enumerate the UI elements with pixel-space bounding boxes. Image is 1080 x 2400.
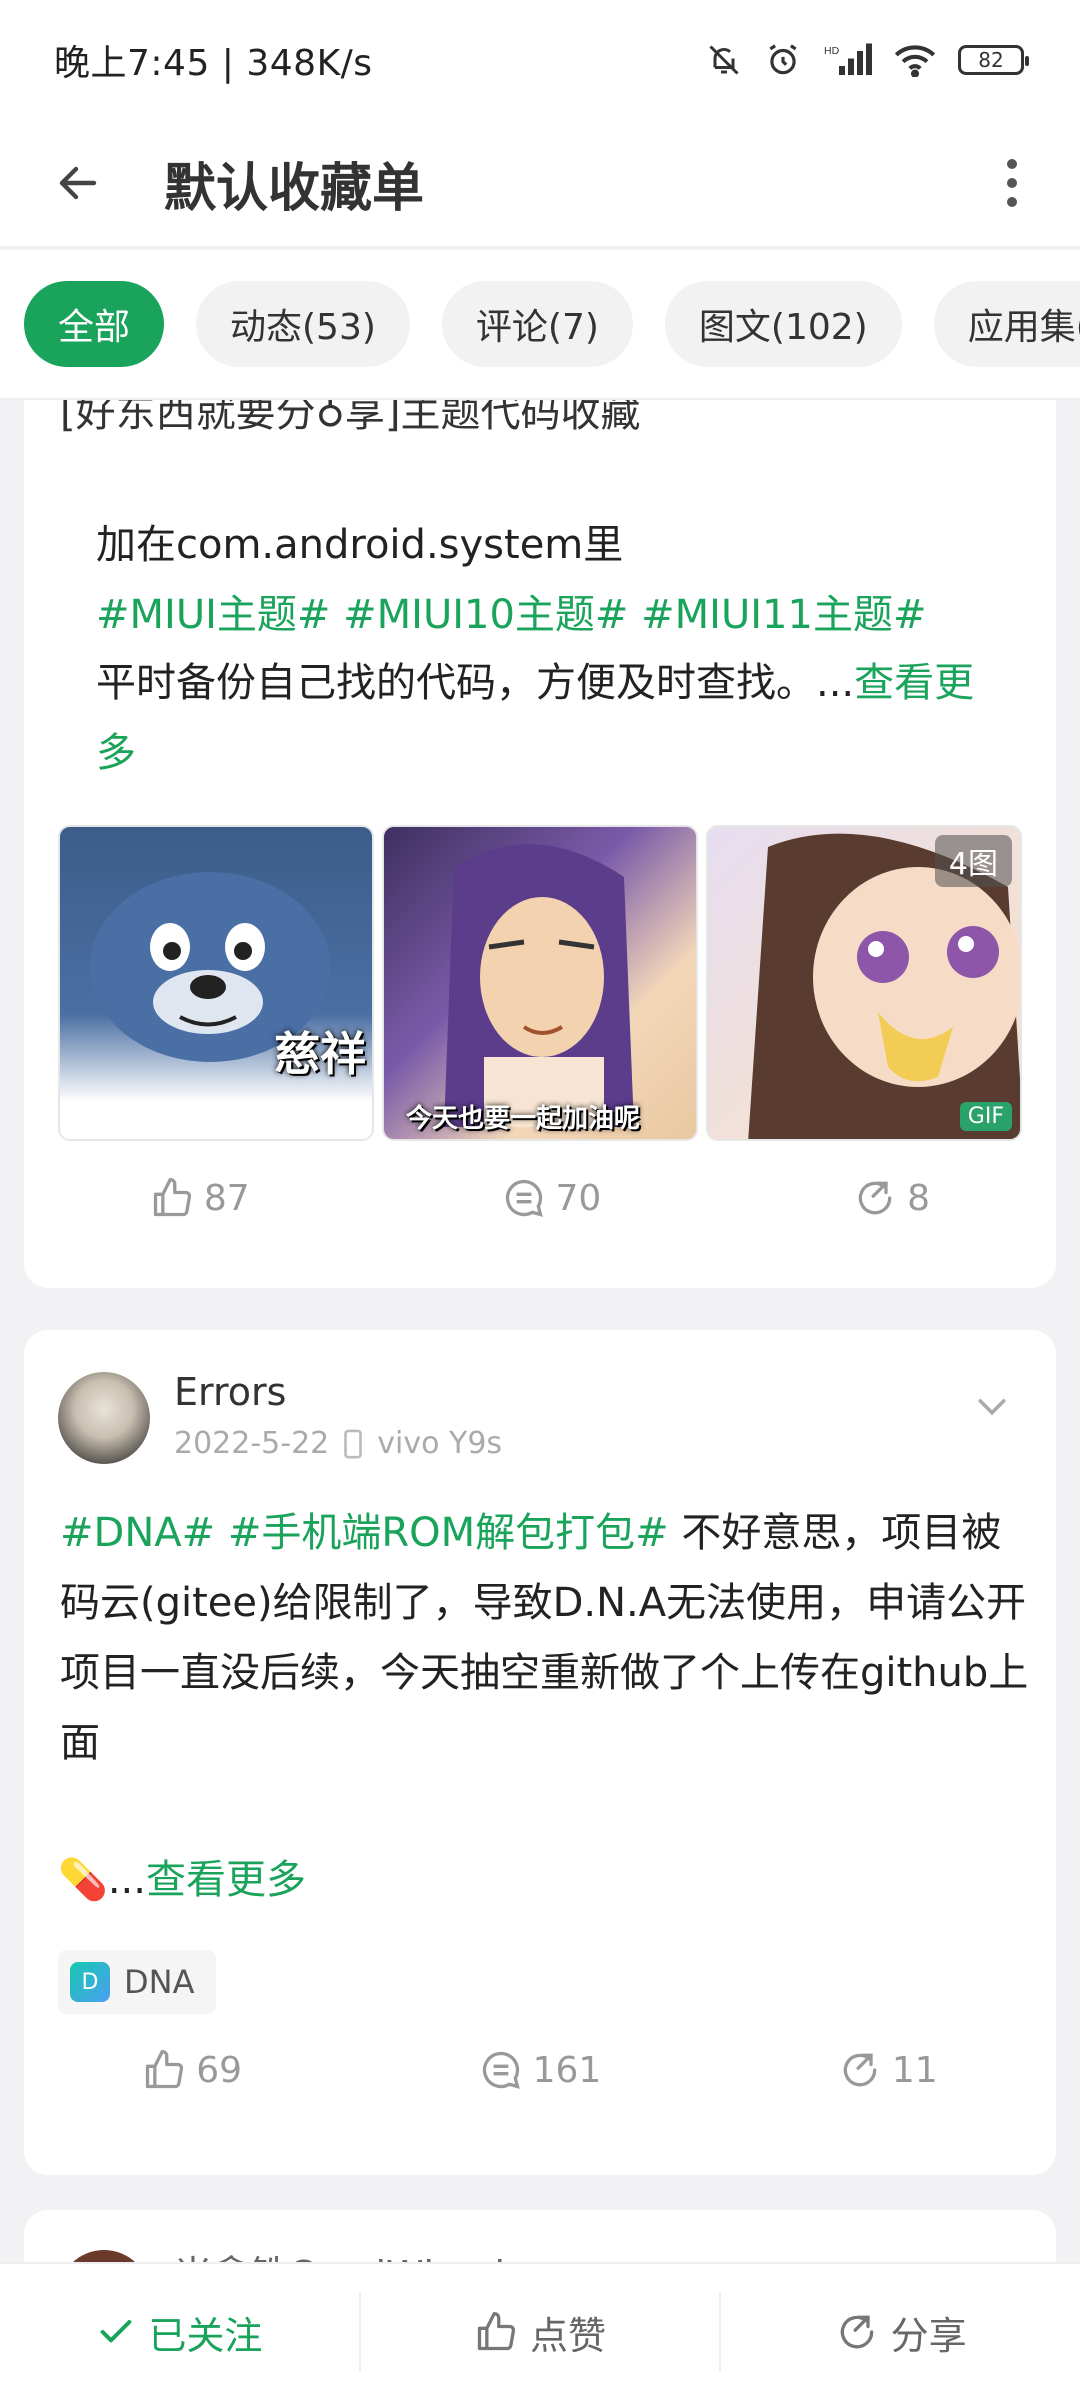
check-icon (100, 2320, 132, 2343)
author-name[interactable]: Errors (174, 1370, 286, 1414)
filter-tabs: 全部 动态(53) 评论(7) 图文(102) 应用集( (0, 250, 1080, 400)
post-body: #DNA# #手机端ROM解包打包# 不好意思，项目被码云(gitee)给限制了… (60, 1498, 1040, 1778)
back-button[interactable] (38, 143, 118, 223)
share-label: 分享 (890, 2313, 967, 2358)
wifi-icon (894, 45, 936, 77)
alarm-icon (769, 44, 797, 75)
phone-icon (344, 1429, 363, 1458)
tab-dynamic[interactable]: 动态(53) (196, 281, 410, 367)
followed-button[interactable]: 已关注 (0, 2292, 359, 2372)
expand-button[interactable] (972, 1386, 1012, 1430)
like-count: 87 (203, 1177, 250, 1219)
post-image[interactable]: 慈祥 (58, 825, 374, 1141)
comment-icon (482, 2051, 520, 2089)
post-actions: 87 70 8 (24, 1158, 1056, 1238)
battery-icon: 82 (958, 45, 1029, 75)
post-actions: 69 161 11 (24, 2030, 1056, 2110)
ellipsis: ... (107, 1857, 146, 1903)
share-count: 11 (891, 2049, 938, 2091)
post-date: 2022-5-22 (174, 1426, 330, 1461)
thumbs-up-icon (477, 2312, 516, 2351)
share-icon (843, 2053, 877, 2087)
bottom-action-bar: 已关注 点赞 分享 (0, 2262, 1080, 2400)
like-bottom-button[interactable]: 点赞 (358, 2292, 720, 2372)
status-bar: 晚上7:45 | 348K/s HD 82 (0, 0, 1080, 120)
post-hashtags[interactable]: #MIUI主题# #MIUI10主题# #MIUI11主题# (60, 580, 962, 650)
like-count: 69 (196, 2049, 243, 2091)
share-icon (858, 1181, 892, 1215)
chevron-down-icon (978, 1399, 1006, 1416)
post-card[interactable]: Errors 2022-5-22 vivo Y9s #DNA# #手机端ROM解… (24, 1330, 1056, 2175)
anime-character-illustration (444, 844, 634, 1127)
signal-icon: HD (824, 43, 872, 75)
post-text-line: 加在com.android.system里 (96, 522, 624, 568)
comment-count: 161 (532, 2049, 602, 2091)
mute-bell-icon (709, 45, 739, 75)
see-more-row: 💊...查看更多 (24, 1845, 342, 1915)
share-button[interactable]: 8 (853, 1176, 930, 1220)
more-dot-icon (1007, 159, 1017, 169)
page-title: 默认收藏单 (164, 158, 425, 219)
share-count: 8 (907, 1177, 931, 1219)
thumbs-up-icon (153, 1178, 191, 1217)
see-more-link[interactable]: 查看更多 (146, 1857, 306, 1903)
gif-badge: GIF (959, 1102, 1012, 1131)
svg-text:HD: HD (824, 45, 840, 57)
tab-comments[interactable]: 评论(7) (441, 281, 633, 367)
topic-tag-label: DNA (124, 1963, 195, 2001)
avatar[interactable] (58, 1372, 150, 1464)
post-device: vivo Y9s (377, 1426, 503, 1461)
image-caption: 今天也要一起加油呢 (406, 1104, 641, 1134)
share-button[interactable]: 11 (838, 2048, 938, 2092)
followed-label: 已关注 (148, 2313, 263, 2358)
more-dot-icon (1007, 178, 1017, 188)
comment-count: 70 (555, 1177, 602, 1219)
hashtag[interactable]: #DNA# (60, 1510, 215, 1556)
post-image[interactable]: 今天也要一起加油呢 (382, 825, 698, 1141)
post-card[interactable]: [好东西就要分♁享]主题代码收藏 加在com.android.system里 #… (24, 360, 1056, 1288)
tab-image-text[interactable]: 图文(102) (664, 281, 902, 367)
tab-app-collections[interactable]: 应用集( (933, 281, 1080, 367)
image-count-badge: 4图 (934, 835, 1012, 887)
cat-face-illustration (90, 872, 330, 1062)
thumbs-up-icon (146, 2050, 184, 2089)
like-button[interactable]: 69 (142, 2048, 242, 2092)
hashtag[interactable]: #手机端ROM解包打包# (228, 1510, 669, 1556)
more-options-button[interactable] (992, 143, 1032, 223)
header: 默认收藏单 (0, 120, 1080, 248)
more-dot-icon (1007, 197, 1017, 207)
dna-app-icon: D (70, 1962, 110, 2002)
like-button[interactable]: 87 (150, 1176, 250, 1220)
back-arrow-icon (59, 166, 97, 200)
battery-level: 82 (978, 48, 1004, 72)
tab-all[interactable]: 全部 (24, 281, 165, 367)
comment-button[interactable]: 161 (479, 2048, 602, 2092)
share-bottom-button[interactable]: 分享 (719, 2292, 1080, 2372)
image-grid: 慈祥 今天也要一起加油呢 4图 GIF (58, 825, 1022, 1141)
post-text: 平时备份自己找的代码，方便及时查找。... (96, 660, 855, 706)
post-image[interactable]: 4图 GIF (706, 825, 1022, 1141)
status-icons: HD 82 (706, 41, 1029, 79)
post-meta: 2022-5-22 vivo Y9s (174, 1426, 502, 1461)
topic-tag[interactable]: D DNA (58, 1950, 217, 2014)
comment-icon (505, 1179, 543, 1217)
image-caption: 慈祥 (274, 1027, 366, 1081)
post-text-line: 平时备份自己找的代码，方便及时查找。...查看更多 (60, 648, 1020, 788)
comment-button[interactable]: 70 (502, 1176, 602, 1220)
status-time: 晚上7:45 | 348K/s (54, 43, 373, 84)
pill-emoji: 💊 (58, 1857, 108, 1903)
like-label: 点赞 (530, 2313, 607, 2358)
share-icon (840, 2315, 873, 2349)
